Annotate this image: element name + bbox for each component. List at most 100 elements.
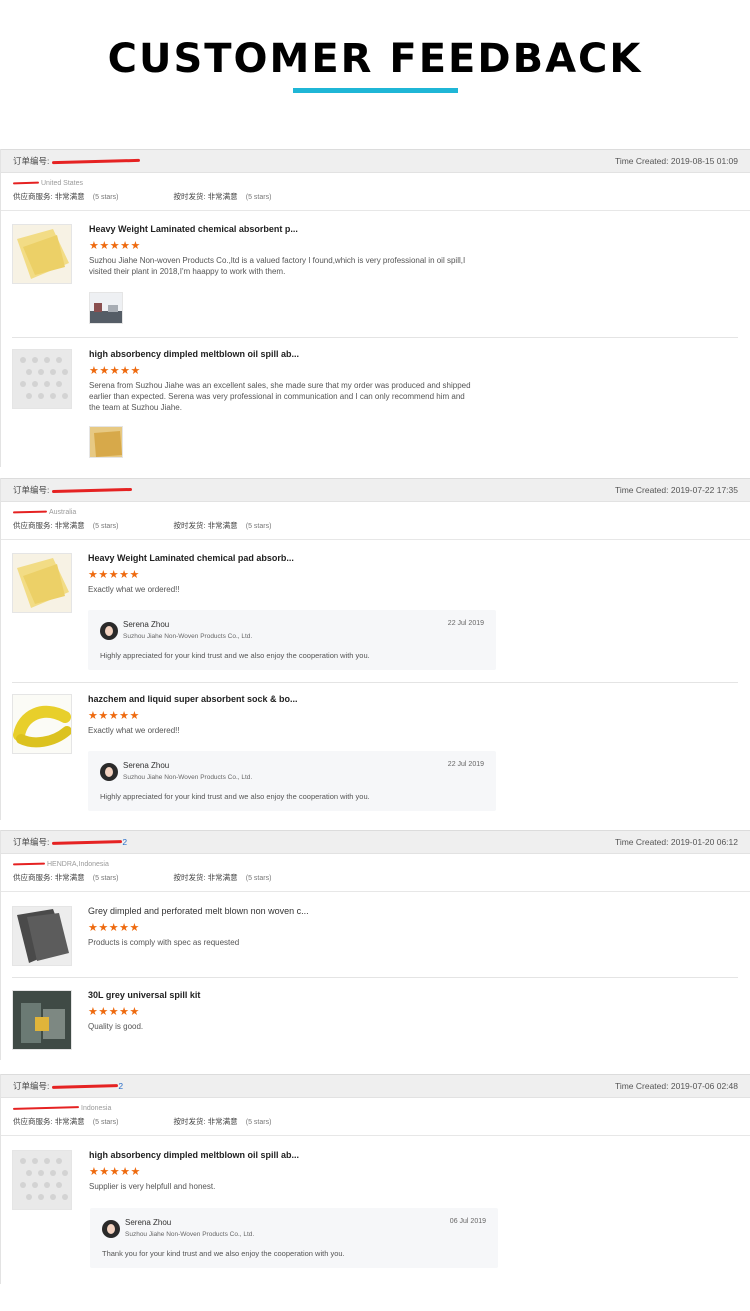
review-text: Suzhou Jiahe Non-woven Products Co.,ltd … <box>89 256 466 276</box>
reply-date: 22 Jul 2019 <box>447 620 484 627</box>
star-rating: ★★★★★ <box>88 710 140 722</box>
seller-reply: Serena Zhou Suzhou Jiahe Non-Woven Produ… <box>90 1208 498 1268</box>
review-text: Serena from Suzhou Jiahe was an excellen… <box>89 381 471 412</box>
buyer-info: HENDRA,Indonesia 供应商服务: 非常满意 (5 stars) 按… <box>1 854 750 892</box>
review-text: Exactly what we ordered!! <box>88 585 180 594</box>
order-number-suffix: 2 <box>122 837 128 847</box>
buyer-ratings: 供应商服务: 非常满意 (5 stars) 按时发货: 非常满意 (5 star… <box>13 872 738 883</box>
on-time-delivery-rating: 按时发货: 非常满意 (5 stars) <box>173 191 271 202</box>
product-thumbnail[interactable] <box>12 349 72 409</box>
review-item: high absorbency dimpled meltblown oil sp… <box>12 349 738 464</box>
time-created: Time Created: 2019-01-20 06:12 <box>615 837 738 847</box>
rating-label: 供应商服务: <box>13 521 53 530</box>
order-header: 订单编号: Time Created: 2019-08-15 01:09 <box>1 149 750 173</box>
rating-label: 供应商服务: <box>13 1117 53 1126</box>
item-divider <box>12 337 738 338</box>
buyer-ratings: 供应商服务: 非常满意 (5 stars) 按时发货: 非常满意 (5 star… <box>13 520 738 531</box>
order-header: 订单编号: Time Created: 2019-07-22 17:35 <box>1 478 750 502</box>
reply-company: Suzhou Jiahe Non-Woven Products Co., Ltd… <box>123 633 253 640</box>
on-time-delivery-rating: 按时发货: 非常满意 (5 stars) <box>173 520 271 531</box>
time-created-value: 2019-01-20 06:12 <box>670 837 738 847</box>
product-name[interactable]: 30L grey universal spill kit <box>88 990 200 1000</box>
rating-label: 供应商服务: <box>13 873 53 882</box>
rating-stars-note: (5 stars) <box>245 875 272 882</box>
star-rating: ★★★★★ <box>89 240 141 252</box>
time-created-value: 2019-08-15 01:09 <box>670 156 738 166</box>
redacted-order-number <box>52 158 141 164</box>
avatar <box>100 763 118 781</box>
rating-label: 按时发货: <box>173 192 206 201</box>
time-created: Time Created: 2019-07-06 02:48 <box>615 1081 738 1091</box>
redacted-buyer-name <box>12 510 48 514</box>
supplier-service-rating: 供应商服务: 非常满意 (5 stars) <box>13 872 118 883</box>
time-created-value: 2019-07-22 17:35 <box>670 485 738 495</box>
on-time-delivery-rating: 按时发货: 非常满意 (5 stars) <box>173 872 271 883</box>
buyer-ratings: 供应商服务: 非常满意 (5 stars) 按时发货: 非常满意 (5 star… <box>13 191 738 202</box>
reply-company: Suzhou Jiahe Non-Woven Products Co., Ltd… <box>123 774 253 781</box>
rating-label: 供应商服务: <box>13 192 53 201</box>
redacted-buyer-name <box>12 181 40 185</box>
page-title: CUSTOMER FEEDBACK <box>107 36 643 82</box>
star-rating: ★★★★★ <box>89 365 141 377</box>
review-item: high absorbency dimpled meltblown oil sp… <box>12 1150 738 1212</box>
on-time-delivery-rating: 按时发货: 非常满意 (5 stars) <box>173 1116 271 1127</box>
rating-stars-note: (5 stars) <box>92 1119 119 1126</box>
rating-stars-note: (5 stars) <box>92 523 119 530</box>
review-item: 30L grey universal spill kit ★★★★★ Quali… <box>12 990 738 1052</box>
seller-reply: Serena Zhou Suzhou Jiahe Non-Woven Produ… <box>88 610 496 670</box>
rating-stars-note: (5 stars) <box>245 1119 272 1126</box>
order-no-label: 订单编号: <box>13 837 50 847</box>
country-label: United States <box>41 179 84 187</box>
product-thumbnail[interactable] <box>12 224 72 284</box>
product-name[interactable]: Grey dimpled and perforated melt blown n… <box>88 906 309 916</box>
order-no-label: 订单编号: <box>13 485 50 495</box>
redacted-order-number <box>52 487 133 493</box>
product-name[interactable]: high absorbency dimpled meltblown oil sp… <box>89 1150 299 1160</box>
time-created-label: Time Created: <box>614 485 669 495</box>
order-id: 订单编号: <box>13 155 141 167</box>
buyer-info: Indonesia 供应商服务: 非常满意 (5 stars) 按时发货: 非常… <box>1 1098 750 1136</box>
product-name[interactable]: high absorbency dimpled meltblown oil sp… <box>89 349 299 359</box>
order-header: 订单编号: 2 Time Created: 2019-01-20 06:12 <box>1 830 750 854</box>
product-thumbnail[interactable] <box>12 990 72 1050</box>
country-label: Australia <box>49 508 77 516</box>
product-name[interactable]: Heavy Weight Laminated chemical pad abso… <box>88 553 294 563</box>
review-item: Grey dimpled and perforated melt blown n… <box>12 906 738 968</box>
review-text: Quality is good. <box>88 1022 144 1031</box>
seller-reply: Serena Zhou Suzhou Jiahe Non-Woven Produ… <box>88 751 496 811</box>
reply-text: Thank you for your kind trust and we als… <box>102 1249 345 1258</box>
rating-value: 非常满意 <box>54 521 85 530</box>
rating-label: 按时发货: <box>173 521 206 530</box>
item-divider <box>12 977 738 978</box>
review-photo[interactable] <box>89 292 123 324</box>
time-created-label: Time Created: <box>614 837 669 847</box>
redacted-order-number <box>52 839 123 845</box>
rating-value: 非常满意 <box>54 873 85 882</box>
product-name[interactable]: Heavy Weight Laminated chemical absorben… <box>89 224 298 234</box>
buyer-ratings: 供应商服务: 非常满意 (5 stars) 按时发货: 非常满意 (5 star… <box>13 1116 738 1127</box>
avatar <box>100 622 118 640</box>
time-created: Time Created: 2019-08-15 01:09 <box>615 156 738 166</box>
product-thumbnail[interactable] <box>12 1150 72 1210</box>
product-name[interactable]: hazchem and liquid super absorbent sock … <box>88 694 298 704</box>
product-thumbnail[interactable] <box>12 906 72 966</box>
order-id: 订单编号: 2 <box>13 836 127 848</box>
rating-stars-note: (5 stars) <box>92 875 119 882</box>
rating-label: 按时发货: <box>173 1117 206 1126</box>
star-rating: ★★★★★ <box>88 1006 140 1018</box>
buyer-country: Australia <box>12 507 738 517</box>
reply-company: Suzhou Jiahe Non-Woven Products Co., Ltd… <box>125 1231 255 1238</box>
supplier-service-rating: 供应商服务: 非常满意 (5 stars) <box>13 1116 118 1127</box>
reply-text: Highly appreciated for your kind trust a… <box>100 792 370 801</box>
buyer-info: United States 供应商服务: 非常满意 (5 stars) 按时发货… <box>1 173 750 211</box>
rating-value: 非常满意 <box>54 1117 85 1126</box>
product-thumbnail[interactable] <box>12 553 72 613</box>
product-thumbnail[interactable] <box>12 694 72 754</box>
review-text: Supplier is very helpfull and honest. <box>89 1182 216 1191</box>
star-rating: ★★★★★ <box>88 569 140 581</box>
review-photo[interactable] <box>89 426 123 458</box>
reply-date: 06 Jul 2019 <box>449 1218 486 1225</box>
reply-author: Serena Zhou <box>123 620 170 629</box>
time-created-value: 2019-07-06 02:48 <box>670 1081 738 1091</box>
review-text: Exactly what we ordered!! <box>88 726 180 735</box>
